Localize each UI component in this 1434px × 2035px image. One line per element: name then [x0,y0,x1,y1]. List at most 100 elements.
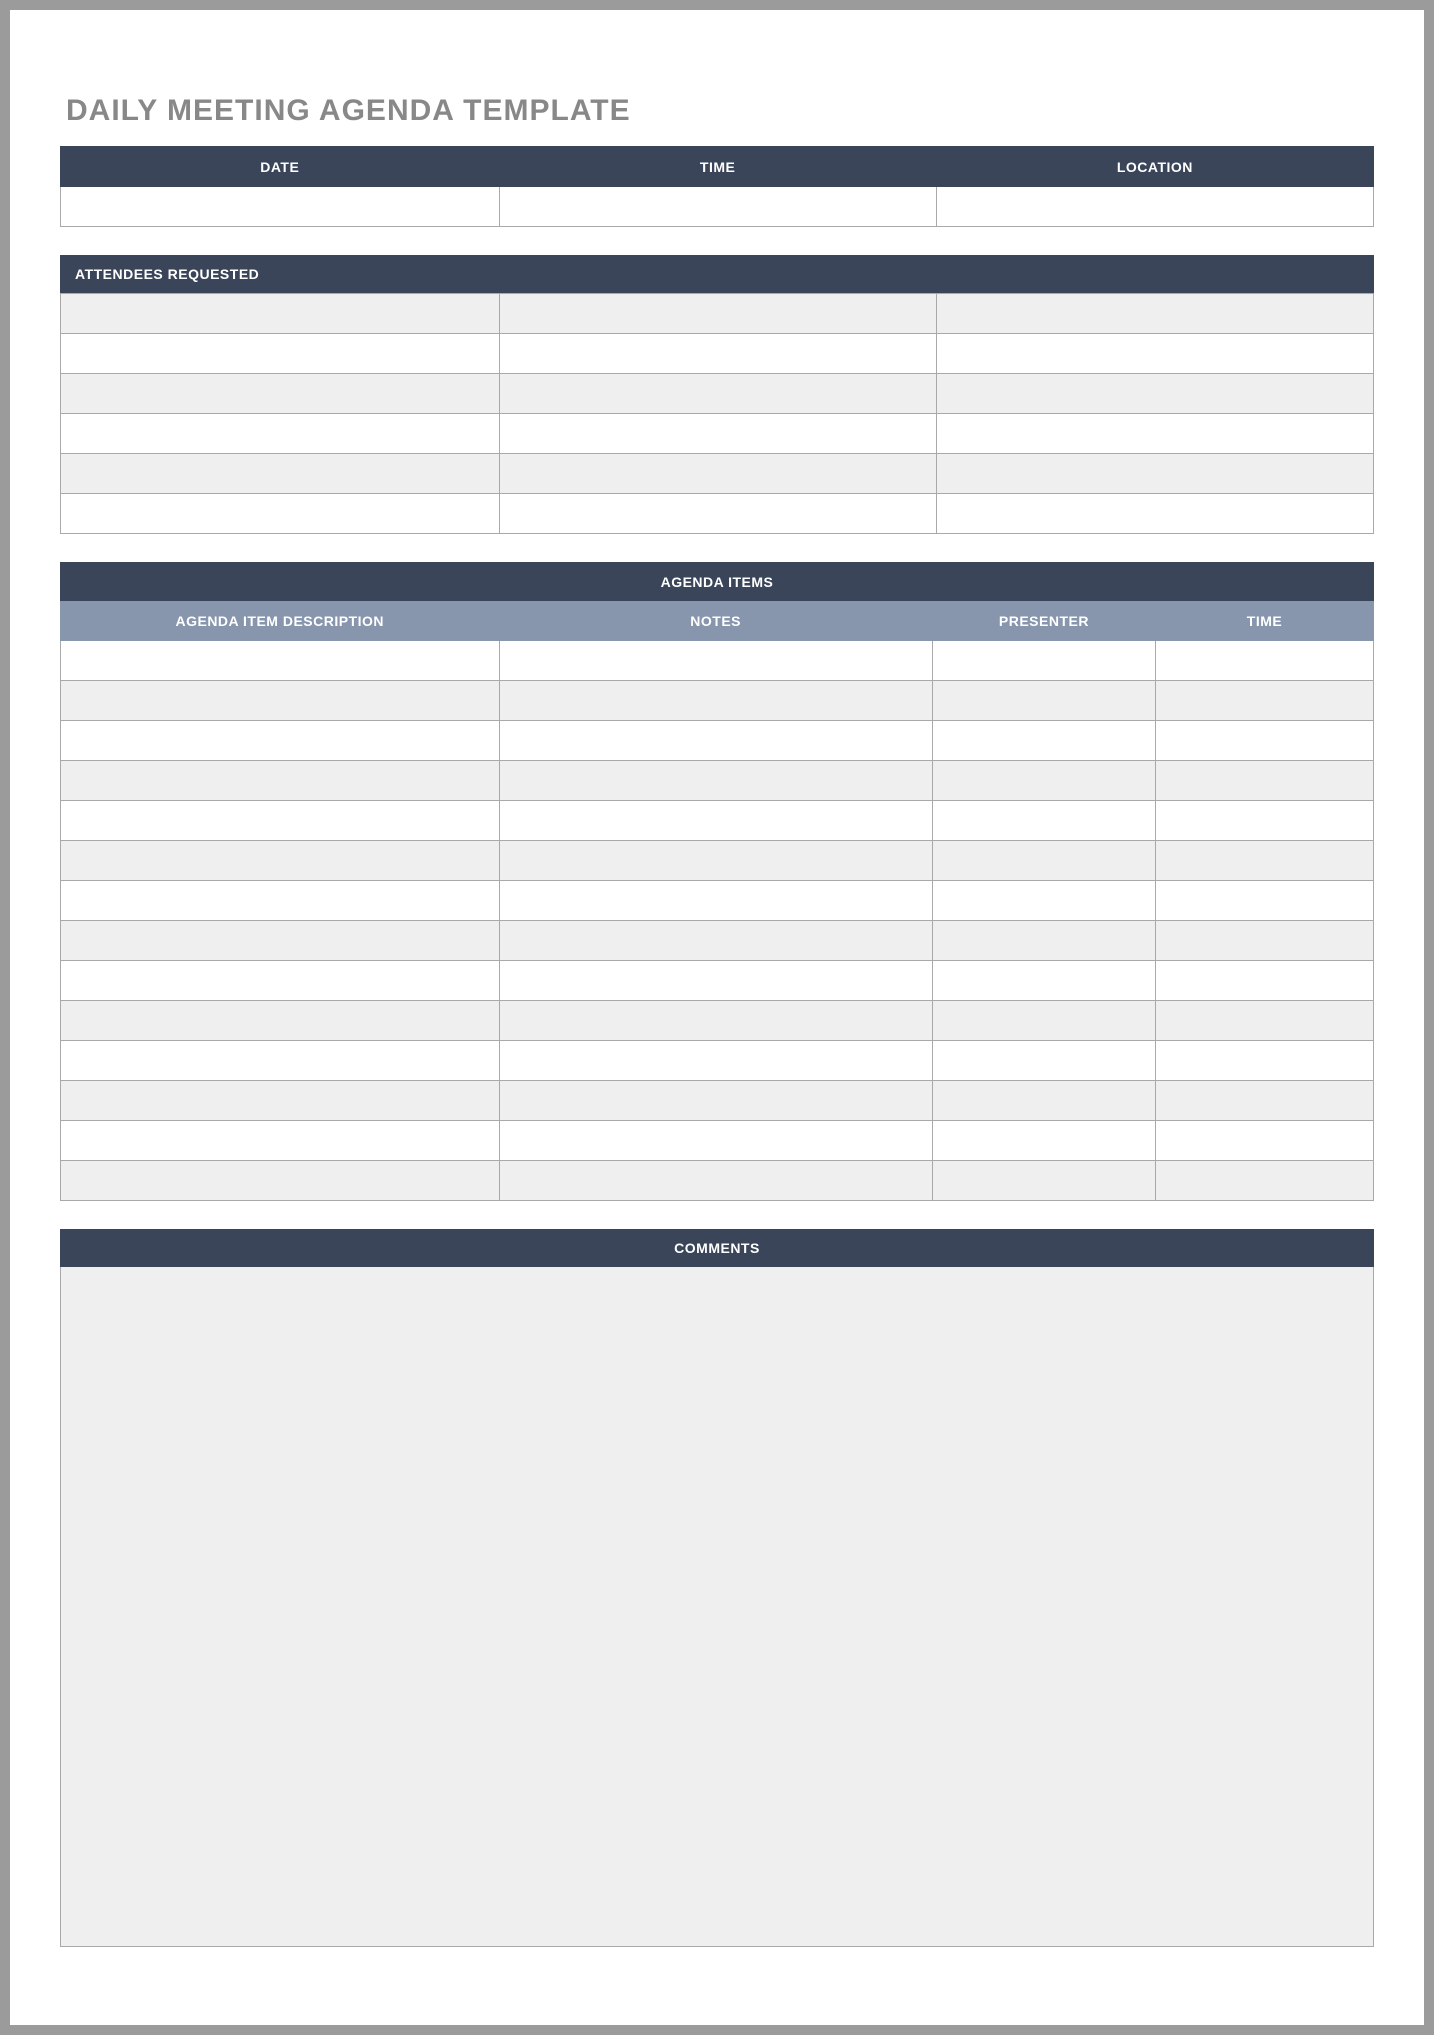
agenda-cell[interactable] [932,1121,1155,1161]
agenda-col-description: AGENDA ITEM DESCRIPTION [61,601,500,641]
agenda-cell[interactable] [499,681,932,721]
agenda-cell[interactable] [61,721,500,761]
agenda-cell[interactable] [61,961,500,1001]
agenda-cell[interactable] [61,641,500,681]
table-row [61,761,1374,801]
attendee-cell[interactable] [499,294,936,334]
table-row [61,1081,1374,1121]
attendee-cell[interactable] [936,454,1373,494]
table-row [61,721,1374,761]
agenda-cell[interactable] [61,881,500,921]
agenda-cell[interactable] [499,801,932,841]
agenda-table: AGENDA ITEMS AGENDA ITEM DESCRIPTION NOT… [60,562,1374,1201]
agenda-cell[interactable] [499,841,932,881]
attendee-cell[interactable] [936,334,1373,374]
agenda-cell[interactable] [499,761,932,801]
agenda-cell[interactable] [1156,841,1374,881]
agenda-col-presenter: PRESENTER [932,601,1155,641]
agenda-cell[interactable] [499,881,932,921]
agenda-cell[interactable] [61,1001,500,1041]
agenda-cell[interactable] [61,841,500,881]
attendee-cell[interactable] [936,494,1373,534]
table-row [61,414,1374,454]
agenda-cell[interactable] [932,801,1155,841]
agenda-cell[interactable] [932,641,1155,681]
table-row [61,454,1374,494]
agenda-cell[interactable] [61,1081,500,1121]
agenda-cell[interactable] [499,1121,932,1161]
attendee-cell[interactable] [499,494,936,534]
table-row [61,1121,1374,1161]
agenda-cell[interactable] [499,1001,932,1041]
table-row [61,374,1374,414]
details-time-cell[interactable] [499,187,936,227]
attendee-cell[interactable] [499,414,936,454]
agenda-cell[interactable] [1156,801,1374,841]
agenda-cell[interactable] [932,1041,1155,1081]
agenda-cell[interactable] [1156,1041,1374,1081]
agenda-cell[interactable] [61,1041,500,1081]
details-block: DATE TIME LOCATION [60,146,1374,227]
page-frame: DAILY MEETING AGENDA TEMPLATE DATE TIME … [0,0,1434,2035]
agenda-cell[interactable] [1156,761,1374,801]
attendee-cell[interactable] [61,294,500,334]
table-row [61,841,1374,881]
attendee-cell[interactable] [61,334,500,374]
agenda-cell[interactable] [499,721,932,761]
comments-block: COMMENTS [60,1229,1374,1947]
agenda-cell[interactable] [61,1121,500,1161]
agenda-cell[interactable] [499,921,932,961]
table-row [61,1001,1374,1041]
agenda-cell[interactable] [932,881,1155,921]
agenda-cell[interactable] [932,761,1155,801]
agenda-cell[interactable] [61,1161,500,1201]
attendee-cell[interactable] [499,334,936,374]
comments-body[interactable] [60,1267,1374,1947]
agenda-cell[interactable] [499,961,932,1001]
agenda-cell[interactable] [932,1081,1155,1121]
agenda-cell[interactable] [499,1081,932,1121]
agenda-cell[interactable] [499,641,932,681]
attendee-cell[interactable] [61,414,500,454]
agenda-cell[interactable] [932,1001,1155,1041]
agenda-cell[interactable] [1156,1161,1374,1201]
agenda-block: AGENDA ITEMS AGENDA ITEM DESCRIPTION NOT… [60,562,1374,1201]
agenda-cell[interactable] [499,1161,932,1201]
agenda-cell[interactable] [1156,881,1374,921]
agenda-cell[interactable] [1156,681,1374,721]
agenda-cell[interactable] [61,761,500,801]
table-row [61,494,1374,534]
details-location-cell[interactable] [936,187,1373,227]
details-header-location: LOCATION [936,147,1373,187]
attendee-cell[interactable] [499,454,936,494]
agenda-cell[interactable] [932,961,1155,1001]
agenda-cell[interactable] [1156,721,1374,761]
attendee-cell[interactable] [61,454,500,494]
agenda-cell[interactable] [932,841,1155,881]
attendee-cell[interactable] [936,414,1373,454]
agenda-cell[interactable] [932,921,1155,961]
table-row [61,801,1374,841]
agenda-cell[interactable] [932,721,1155,761]
agenda-cell[interactable] [1156,641,1374,681]
attendee-cell[interactable] [499,374,936,414]
agenda-cell[interactable] [61,801,500,841]
table-row [61,681,1374,721]
attendee-cell[interactable] [936,294,1373,334]
agenda-cell[interactable] [61,921,500,961]
agenda-cell[interactable] [1156,921,1374,961]
agenda-cell[interactable] [1156,1081,1374,1121]
agenda-cell[interactable] [1156,1121,1374,1161]
attendee-cell[interactable] [61,374,500,414]
agenda-cell[interactable] [499,1041,932,1081]
agenda-cell[interactable] [1156,1001,1374,1041]
attendees-table [60,293,1374,534]
details-date-cell[interactable] [61,187,500,227]
attendee-cell[interactable] [61,494,500,534]
details-header-date: DATE [61,147,500,187]
agenda-cell[interactable] [932,1161,1155,1201]
attendee-cell[interactable] [936,374,1373,414]
agenda-cell[interactable] [932,681,1155,721]
agenda-cell[interactable] [1156,961,1374,1001]
agenda-cell[interactable] [61,681,500,721]
